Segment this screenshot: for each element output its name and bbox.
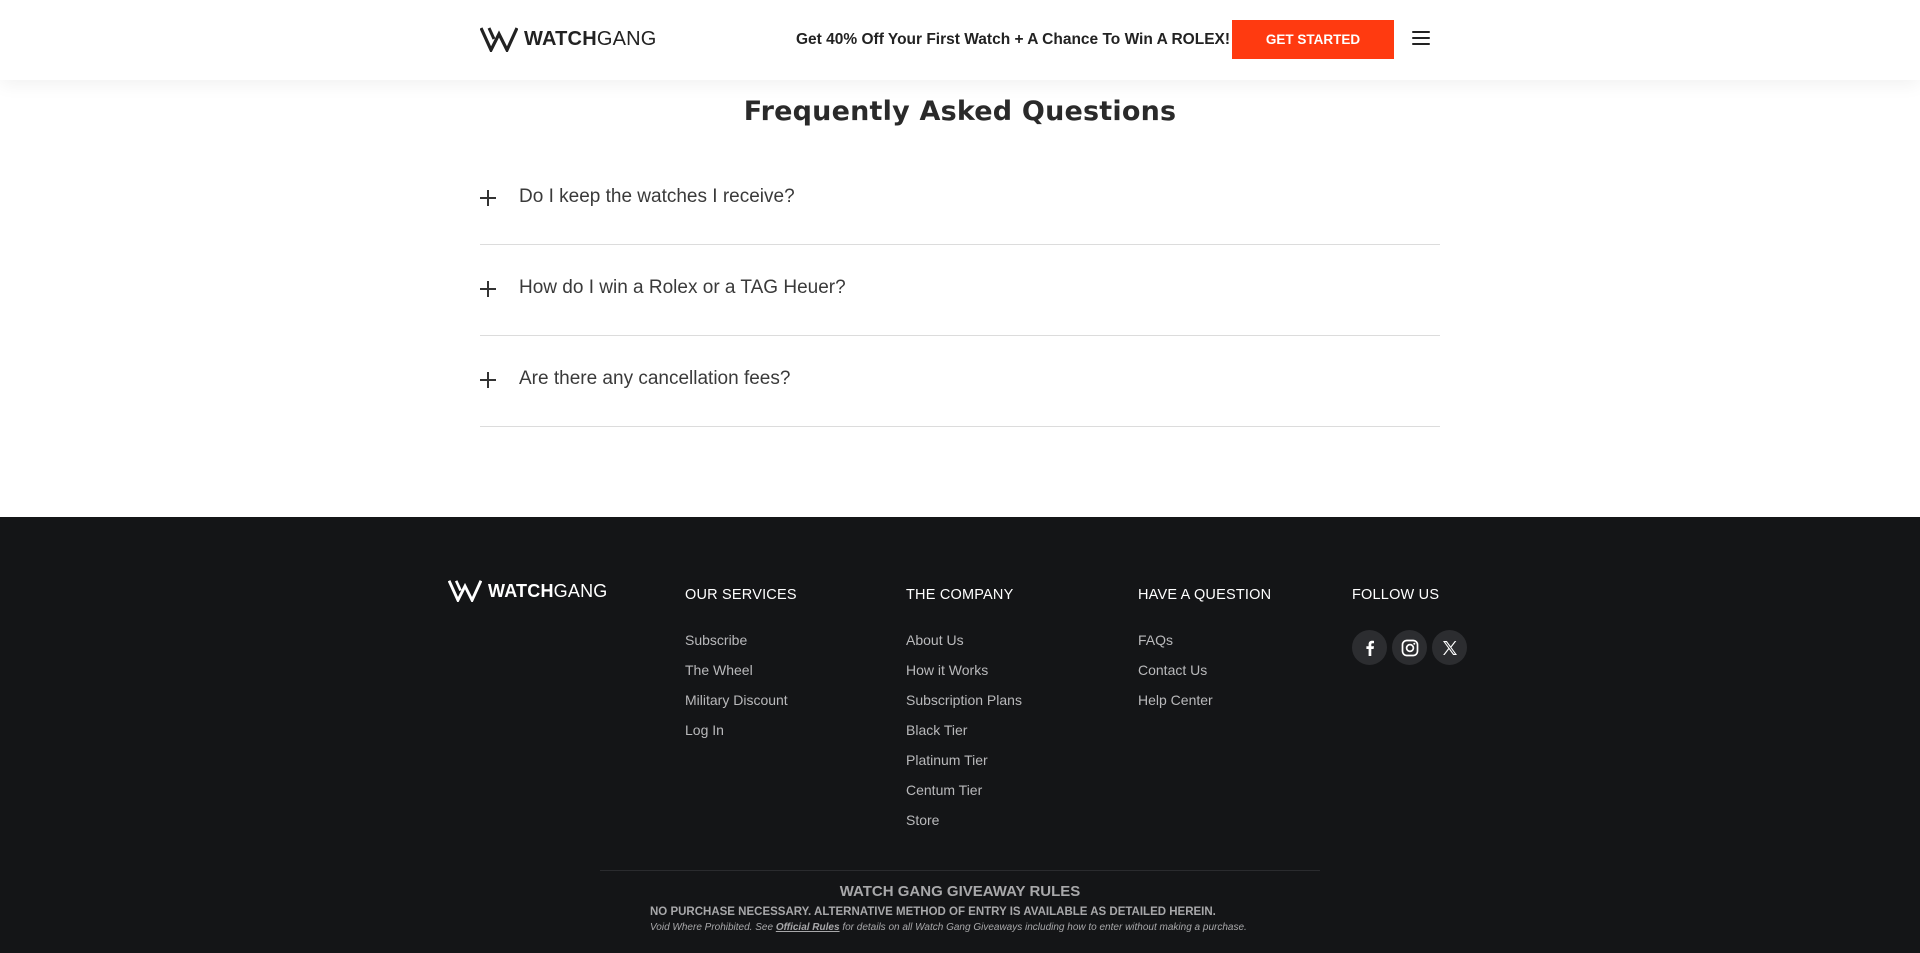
facebook-icon[interactable] <box>1352 630 1387 665</box>
logo-text-bold: WATCH <box>488 580 554 601</box>
faq-question: Do I keep the watches I receive? <box>519 186 795 207</box>
footer-link-how-it-works[interactable]: How it Works <box>906 662 1022 692</box>
footer-link-black-tier[interactable]: Black Tier <box>906 722 1022 752</box>
x-twitter-icon[interactable] <box>1432 630 1467 665</box>
official-rules-link[interactable]: Official Rules <box>776 922 840 933</box>
footer-col-company: THE COMPANY About Us How it Works Subscr… <box>906 587 1022 842</box>
footer-link-store[interactable]: Store <box>906 812 1022 842</box>
plus-icon[interactable] <box>480 190 496 206</box>
giveaway-rules-notice: NO PURCHASE NECESSARY. ALTERNATIVE METHO… <box>650 906 1216 918</box>
giveaway-rules-title: WATCH GANG GIVEAWAY RULES <box>839 883 1081 900</box>
footer-link-subscribe[interactable]: Subscribe <box>685 632 797 662</box>
footer-link-military-discount[interactable]: Military Discount <box>685 692 797 722</box>
footer-divider <box>600 870 1320 871</box>
plus-icon[interactable] <box>480 372 496 388</box>
faq-title: Frequently Asked Questions <box>743 96 1177 127</box>
social-links <box>1352 630 1467 665</box>
footer-col-question: HAVE A QUESTION FAQs Contact Us Help Cen… <box>1138 587 1271 722</box>
get-started-button[interactable]: GET STARTED <box>1232 20 1394 59</box>
footer-col-follow: FOLLOW US <box>1352 587 1467 665</box>
faq-question: How do I win a Rolex or a TAG Heuer? <box>519 277 846 298</box>
footer-heading: THE COMPANY <box>906 587 1014 603</box>
faq-item[interactable]: How do I win a Rolex or a TAG Heuer? <box>480 245 1440 336</box>
footer-link-contact-us[interactable]: Contact Us <box>1138 662 1271 692</box>
logo-text-light: GANG <box>596 28 657 50</box>
footer-link-the-wheel[interactable]: The Wheel <box>685 662 797 692</box>
rules-text-prefix: Void Where Prohibited. See <box>650 922 776 933</box>
watchgang-logo-mark-icon <box>480 27 518 52</box>
instagram-icon[interactable] <box>1392 630 1427 665</box>
faq-item[interactable]: Are there any cancellation fees? <box>480 336 1440 427</box>
promo-text: Get 40% Off Your First Watch + A Chance … <box>796 31 1231 48</box>
footer-logo[interactable]: WATCHGANG <box>448 579 607 602</box>
footer-heading: OUR SERVICES <box>685 587 797 603</box>
faq-item[interactable]: Do I keep the watches I receive? <box>480 154 1440 245</box>
footer-link-log-in[interactable]: Log In <box>685 722 797 752</box>
site-header: WATCHGANG Get 40% Off Your First Watch +… <box>0 0 1920 80</box>
watchgang-logo[interactable]: WATCHGANG <box>480 25 657 53</box>
footer-link-faqs[interactable]: FAQs <box>1138 632 1271 662</box>
site-footer: WATCHGANG OUR SERVICES Subscribe The Whe… <box>0 517 1920 953</box>
footer-link-centum-tier[interactable]: Centum Tier <box>906 782 1022 812</box>
footer-heading: HAVE A QUESTION <box>1138 587 1272 603</box>
footer-link-help-center[interactable]: Help Center <box>1138 692 1271 722</box>
faq-list: Do I keep the watches I receive? How do … <box>480 154 1440 427</box>
footer-logo-text: WATCHGANG <box>488 582 607 600</box>
footer-link-about-us[interactable]: About Us <box>906 632 1022 662</box>
footer-col-services: OUR SERVICES Subscribe The Wheel Militar… <box>685 587 797 752</box>
logo-text-bold: WATCH <box>524 28 597 50</box>
logo-text-light: GANG <box>553 580 608 601</box>
faq-question: Are there any cancellation fees? <box>519 368 791 389</box>
logo-text: WATCHGANG <box>524 29 657 49</box>
hamburger-menu-icon[interactable] <box>1412 31 1430 47</box>
giveaway-rules-details: Void Where Prohibited. See Official Rule… <box>650 922 1247 933</box>
plus-icon[interactable] <box>480 281 496 297</box>
footer-link-platinum-tier[interactable]: Platinum Tier <box>906 752 1022 782</box>
watchgang-logo-mark-icon <box>448 580 482 602</box>
rules-text-suffix: for details on all Watch Gang Giveaways … <box>839 922 1247 933</box>
footer-link-subscription-plans[interactable]: Subscription Plans <box>906 692 1022 722</box>
footer-heading: FOLLOW US <box>1352 587 1440 603</box>
